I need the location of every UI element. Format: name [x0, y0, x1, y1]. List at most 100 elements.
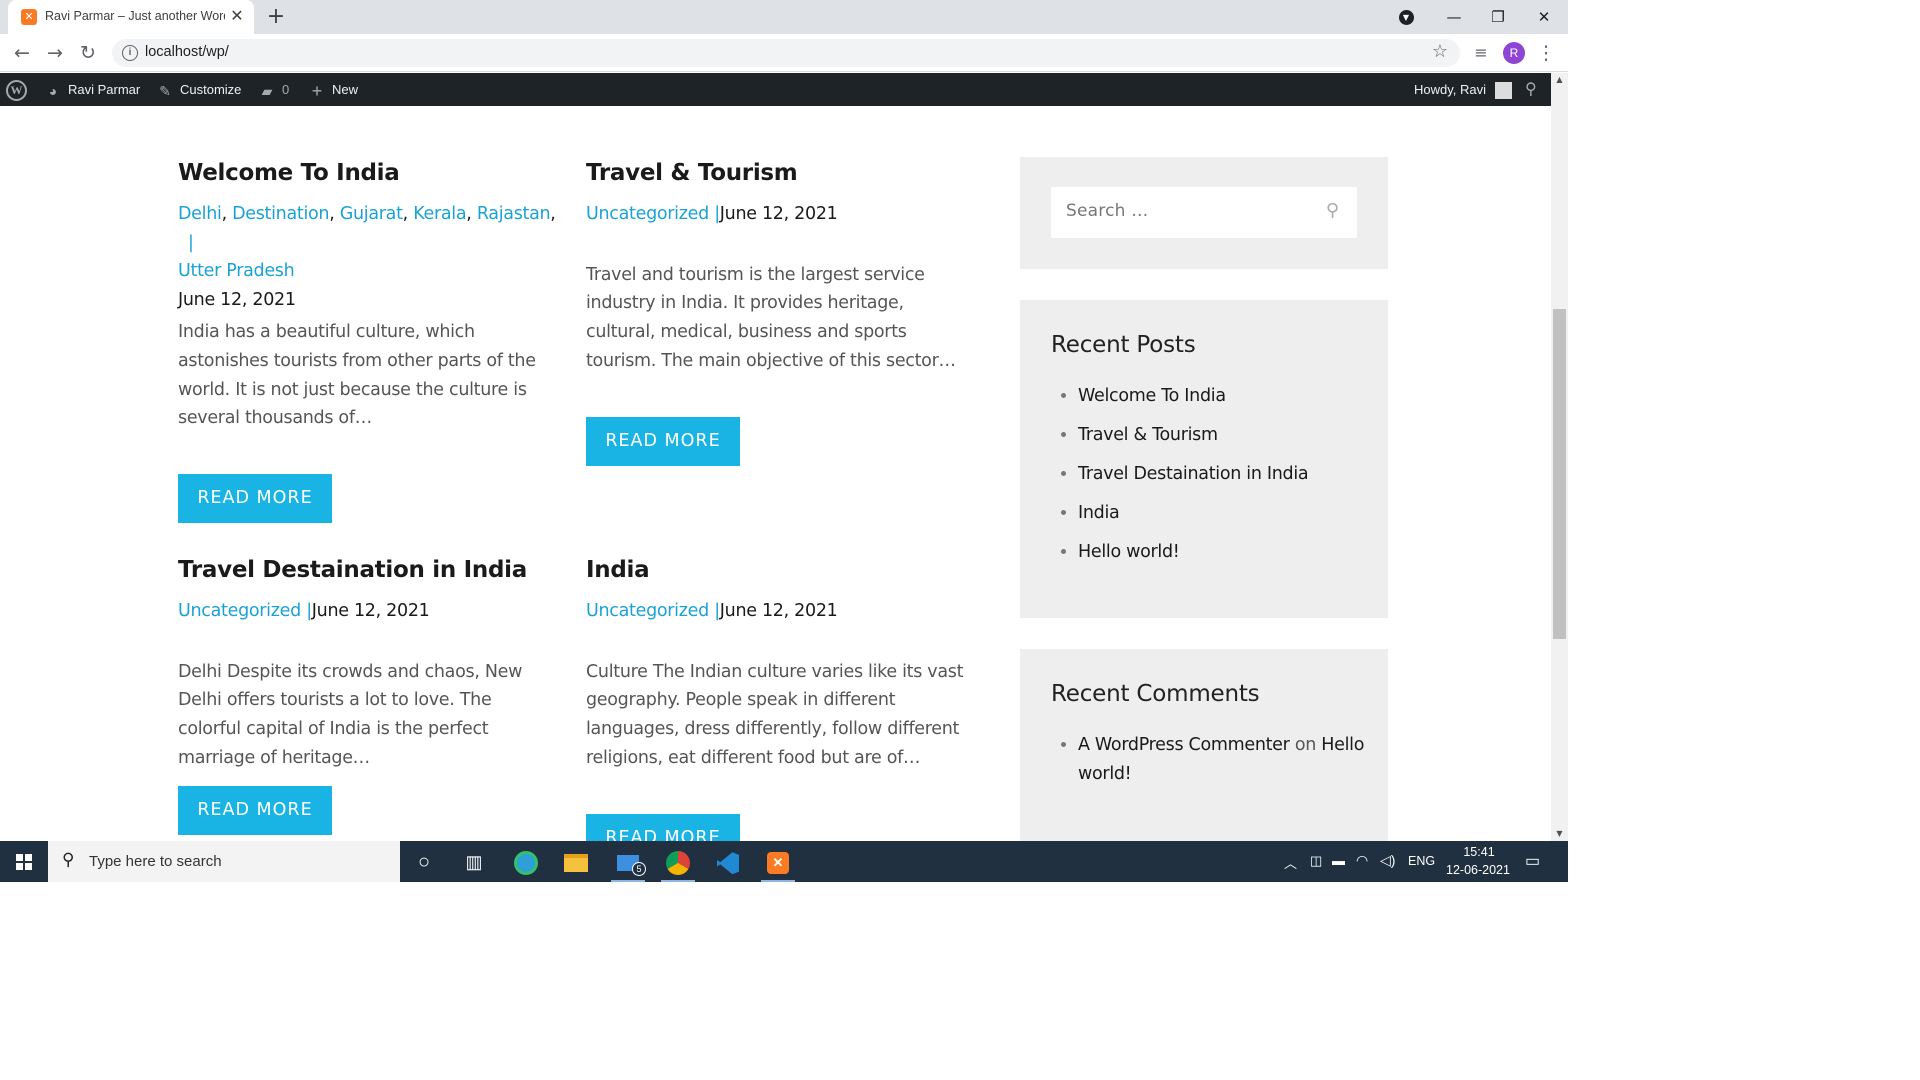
notifications-icon[interactable]: ▭ — [1525, 851, 1540, 871]
close-window-button[interactable]: ✕ — [1530, 5, 1558, 29]
reload-icon[interactable]: ↻ — [76, 41, 100, 65]
plus-icon: + — [311, 80, 323, 101]
mail-badge: 5 — [632, 862, 646, 876]
post-excerpt: Culture The Indian culture varies like i… — [586, 661, 964, 768]
post-date: June 12, 2021 — [719, 601, 838, 621]
category-link[interactable]: Uncategorized — [586, 601, 709, 621]
info-icon[interactable]: i — [122, 45, 138, 61]
recent-post-link[interactable]: Hello world! — [1078, 538, 1308, 567]
file-explorer-icon[interactable] — [556, 846, 596, 878]
clock-time[interactable]: 15:41 — [1461, 845, 1497, 859]
task-view-icon[interactable]: ▥ — [454, 846, 494, 878]
comments-count: 0 — [282, 82, 290, 97]
read-more-button[interactable]: READ MORE — [586, 417, 740, 466]
url-text[interactable]: localhost/wp/ — [145, 44, 229, 60]
howdy-text: Howdy, Ravi — [1414, 82, 1487, 97]
category-link[interactable]: Uncategorized — [178, 601, 301, 621]
read-more-button[interactable]: READ MORE — [586, 814, 740, 841]
new-label: New — [332, 82, 359, 97]
wifi-icon[interactable]: ◠ — [1356, 852, 1368, 869]
site-name: Ravi Parmar — [68, 82, 141, 97]
vscode-icon[interactable] — [708, 846, 748, 878]
taskbar-search-box[interactable]: ⚲ Type here to search — [48, 841, 400, 882]
profile-avatar[interactable]: R — [1503, 42, 1525, 64]
recent-comments-widget: Recent Comments A WordPress Commenter on… — [1020, 649, 1388, 841]
clock-date[interactable]: 12-06-2021 — [1446, 863, 1510, 877]
tab-search-icon[interactable]: ▼ — [1392, 5, 1420, 29]
search-input[interactable]: Search … ⚲ — [1051, 187, 1357, 238]
recent-post-link[interactable]: Welcome To India — [1078, 382, 1308, 411]
recent-comments-list: A WordPress Commenter on Hello world! — [1078, 731, 1368, 798]
close-tab-icon[interactable]: ✕ — [228, 7, 246, 25]
maximize-button[interactable]: ❐ — [1484, 5, 1512, 29]
scrollbar-thumb[interactable] — [1553, 309, 1566, 639]
category-link[interactable]: Uncategorized — [586, 204, 709, 224]
category-link[interactable]: Kerala — [413, 204, 466, 224]
comment-author-link[interactable]: A WordPress Commenter — [1078, 735, 1290, 755]
read-more-button[interactable]: READ MORE — [178, 474, 332, 523]
browser-tab[interactable]: ✕ Ravi Parmar – Just another Word ✕ — [8, 0, 254, 34]
edge-browser-icon[interactable] — [506, 846, 546, 878]
scroll-up-arrow-icon[interactable]: ▲ — [1551, 73, 1568, 87]
language-indicator[interactable]: ENG — [1408, 854, 1435, 868]
post-title[interactable]: India — [586, 555, 971, 585]
search-widget: Search … ⚲ — [1020, 157, 1388, 269]
post-title[interactable]: Welcome To India — [178, 158, 563, 188]
new-content-link[interactable]: + New — [308, 73, 358, 106]
battery-icon[interactable]: ▬ — [1332, 853, 1345, 868]
search-icon: ⚲ — [62, 850, 75, 869]
wordpress-logo-icon[interactable]: W — [6, 73, 27, 106]
minimize-button[interactable]: — — [1440, 5, 1468, 29]
recent-post-link[interactable]: India — [1078, 499, 1308, 528]
site-name-link[interactable]: ◕ Ravi Parmar — [44, 73, 140, 106]
dashboard-icon: ◕ — [48, 82, 58, 99]
mail-icon[interactable]: 5 — [608, 846, 648, 882]
recent-posts-widget: Recent Posts Welcome To India Travel & T… — [1020, 300, 1388, 618]
tab-title: Ravi Parmar – Just another Word — [45, 9, 225, 23]
post-excerpt: India has a beautiful culture, which ast… — [178, 322, 536, 429]
customize-label: Customize — [180, 82, 242, 97]
post-card: Welcome To India Delhi, Destination, Guj… — [178, 158, 563, 523]
page-scrollbar[interactable]: ▲ ▼ — [1551, 73, 1568, 841]
media-control-icon[interactable]: ≡ — [1469, 41, 1493, 65]
read-more-button[interactable]: READ MORE — [178, 786, 332, 835]
bookmark-star-icon[interactable]: ☆ — [1432, 41, 1448, 62]
recent-post-link[interactable]: Travel Destaination in India — [1078, 460, 1309, 489]
search-icon[interactable]: ⚲ — [1525, 73, 1537, 106]
meet-now-icon[interactable]: ◫ — [1310, 853, 1322, 869]
back-icon[interactable]: ← — [10, 41, 34, 65]
post-title[interactable]: Travel Destaination in India — [178, 555, 563, 585]
post-card: India Uncategorized |June 12, 2021 Cultu… — [586, 555, 971, 841]
post-title[interactable]: Travel & Tourism — [586, 158, 971, 188]
post-date: June 12, 2021 — [311, 601, 430, 621]
category-link[interactable]: Delhi — [178, 204, 222, 224]
post-meta: Uncategorized |June 12, 2021 — [586, 204, 838, 224]
widget-title: Recent Posts — [1051, 332, 1196, 358]
category-link[interactable]: Destination — [232, 204, 329, 224]
my-account-link[interactable]: Howdy, Ravi — [1414, 73, 1512, 106]
customize-link[interactable]: ✎ Customize — [156, 73, 241, 106]
category-link[interactable]: Utter Pradesh — [178, 261, 295, 281]
menu-dots-icon[interactable]: ⋮ — [1534, 41, 1558, 65]
browser-toolbar: ← → ↻ i localhost/wp/ ☆ ≡ R ⋮ — [0, 34, 1568, 72]
forward-icon[interactable]: → — [43, 41, 67, 65]
post-excerpt: Travel and tourism is the largest servic… — [586, 264, 956, 371]
show-hidden-icons-icon[interactable]: ︿ — [1284, 853, 1297, 872]
category-link[interactable]: Gujarat — [340, 204, 403, 224]
cortana-icon[interactable]: ○ — [404, 846, 444, 878]
new-tab-button[interactable]: + — [264, 5, 288, 29]
scroll-down-arrow-icon[interactable]: ▼ — [1551, 827, 1568, 841]
category-link[interactable]: Rajastan — [477, 204, 551, 224]
xampp-icon[interactable]: ✕ — [758, 846, 798, 882]
chrome-icon[interactable] — [658, 846, 698, 882]
search-icon[interactable]: ⚲ — [1326, 200, 1339, 221]
volume-icon[interactable]: ◁) — [1380, 852, 1395, 869]
post-card: Travel & Tourism Uncategorized |June 12,… — [586, 158, 971, 466]
comments-link[interactable]: ▰ 0 — [258, 73, 290, 106]
post-meta: Uncategorized |June 12, 2021 — [178, 601, 430, 621]
recent-post-link[interactable]: Travel & Tourism — [1078, 421, 1308, 450]
recent-comment-item: A WordPress Commenter on Hello world! — [1078, 731, 1368, 788]
address-bar[interactable]: i localhost/wp/ ☆ — [112, 39, 1460, 67]
windows-taskbar: ⚲ Type here to search ○ ▥ 5 ✕ ︿ ◫ ▬ ◠ ◁)… — [0, 841, 1568, 882]
start-button[interactable] — [0, 841, 48, 882]
